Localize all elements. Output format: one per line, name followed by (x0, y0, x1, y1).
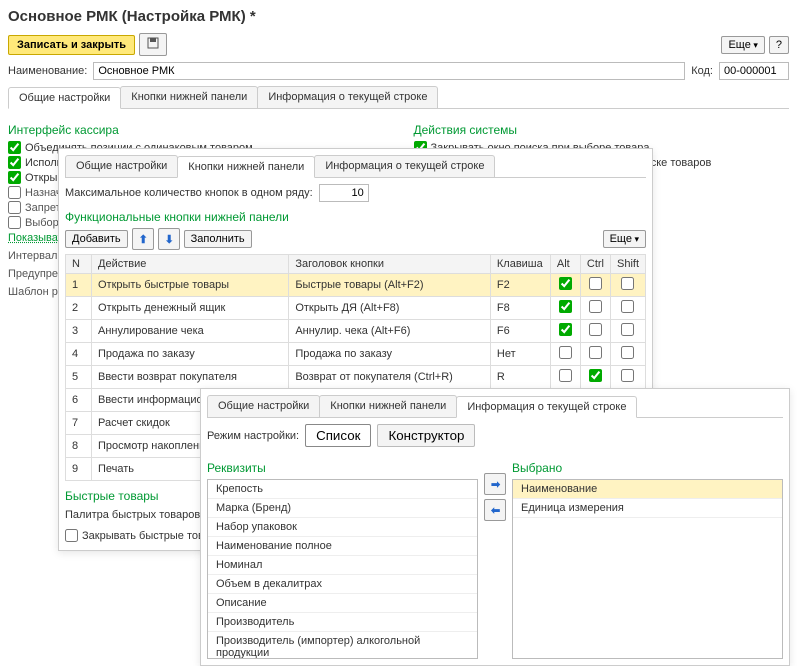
window-title: Основное РМК (Настройка РМК) * (8, 8, 789, 25)
list-item[interactable]: Наименование полное (208, 537, 477, 556)
shift-check[interactable] (621, 346, 634, 359)
name-label: Наименование: (8, 65, 87, 77)
alt-check[interactable] (559, 323, 572, 336)
p2-tab-general[interactable]: Общие настройки (65, 155, 178, 177)
shift-check[interactable] (621, 323, 634, 336)
shift-check[interactable] (621, 277, 634, 290)
move-left-button[interactable]: ⬅ (484, 499, 506, 521)
selected-title: Выбрано (512, 461, 783, 475)
requisites-list[interactable]: КрепостьМарка (Бренд)Набор упаковокНаиме… (207, 479, 478, 659)
col-alt: Alt (550, 255, 580, 274)
main-tabs: Общие настройки Кнопки нижней панели Инф… (8, 86, 789, 109)
table-row[interactable]: 4Продажа по заказуПродажа по заказуНет (66, 343, 646, 366)
add-button[interactable]: Добавить (65, 230, 128, 248)
list-item[interactable]: Крепость (208, 480, 477, 499)
tab-bottom-buttons[interactable]: Кнопки нижней панели (120, 86, 258, 108)
p3-tab-rowinfo[interactable]: Информация о текущей строке (456, 396, 637, 418)
col-action: Действие (92, 255, 289, 274)
mode-label: Режим настройки: (207, 430, 299, 442)
code-input[interactable] (719, 62, 789, 80)
ctrl-check[interactable] (589, 323, 602, 336)
p2-more-button[interactable]: Еще (603, 230, 646, 248)
selected-list[interactable]: НаименованиеЕдиница измерения (512, 479, 783, 659)
name-input[interactable] (93, 62, 685, 80)
mode-list-button[interactable]: Список (305, 424, 371, 447)
p3-tab-bottom[interactable]: Кнопки нижней панели (319, 395, 457, 417)
list-item[interactable]: Набор упаковок (208, 518, 477, 537)
more-button[interactable]: Еще (721, 36, 764, 54)
p3-tab-general[interactable]: Общие настройки (207, 395, 320, 417)
tab-general[interactable]: Общие настройки (8, 87, 121, 109)
p2-tab-rowinfo[interactable]: Информация о текущей строке (314, 155, 495, 177)
ctrl-check[interactable] (589, 277, 602, 290)
col-shift: Shift (610, 255, 645, 274)
requisites-title: Реквизиты (207, 461, 478, 475)
table-row[interactable]: 1Открыть быстрые товарыБыстрые товары (A… (66, 274, 646, 297)
fill-button[interactable]: Заполнить (184, 230, 252, 248)
row-info-panel: Общие настройки Кнопки нижней панели Инф… (200, 388, 790, 666)
list-item[interactable]: Объем в декалитрах (208, 575, 477, 594)
alt-check[interactable] (559, 346, 572, 359)
move-down-button[interactable]: ⬇ (158, 228, 180, 250)
shift-check[interactable] (621, 300, 634, 313)
save-icon (146, 36, 160, 50)
actions-title: Действия системы (414, 123, 790, 137)
p2-tab-bottom[interactable]: Кнопки нижней панели (177, 156, 315, 178)
table-row[interactable]: 3Аннулирование чекаАннулир. чека (Alt+F6… (66, 320, 646, 343)
interface-title: Интерфейс кассира (8, 123, 384, 137)
shift-check[interactable] (621, 369, 634, 382)
list-item[interactable]: Марка (Бренд) (208, 499, 477, 518)
code-label: Код: (691, 65, 713, 77)
col-key: Клавиша (490, 255, 550, 274)
col-ctrl: Ctrl (580, 255, 610, 274)
table-row[interactable]: 2Открыть денежный ящикОткрыть ДЯ (Alt+F8… (66, 297, 646, 320)
alt-check[interactable] (559, 300, 572, 313)
ctrl-check[interactable] (589, 346, 602, 359)
list-item[interactable]: Наименование (513, 480, 782, 499)
move-up-button[interactable]: ⬆ (132, 228, 154, 250)
max-buttons-label: Максимальное количество кнопок в одном р… (65, 187, 313, 199)
palette-label: Палитра быстрых товаров: (65, 509, 203, 521)
list-item[interactable]: Описание (208, 594, 477, 613)
list-item[interactable]: Единица измерения (513, 499, 782, 518)
tab-current-row-info[interactable]: Информация о текущей строке (257, 86, 438, 108)
ctrl-check[interactable] (589, 300, 602, 313)
list-item[interactable]: Производитель (импортер) алкогольной про… (208, 632, 477, 659)
save-close-button[interactable]: Записать и закрыть (8, 35, 135, 55)
alt-check[interactable] (559, 277, 572, 290)
list-item[interactable]: Производитель (208, 613, 477, 632)
move-right-button[interactable]: ➡ (484, 473, 506, 495)
col-n: N (66, 255, 92, 274)
save-button[interactable] (139, 33, 167, 56)
help-button[interactable]: ? (769, 36, 789, 54)
alt-check[interactable] (559, 369, 572, 382)
ctrl-check[interactable] (589, 369, 602, 382)
max-buttons-input[interactable] (319, 184, 369, 202)
table-row[interactable]: 5Ввести возврат покупателяВозврат от пок… (66, 366, 646, 389)
mode-constructor-button[interactable]: Конструктор (377, 424, 475, 447)
col-header: Заголовок кнопки (289, 255, 491, 274)
func-buttons-title: Функциональные кнопки нижней панели (65, 210, 646, 224)
list-item[interactable]: Номинал (208, 556, 477, 575)
